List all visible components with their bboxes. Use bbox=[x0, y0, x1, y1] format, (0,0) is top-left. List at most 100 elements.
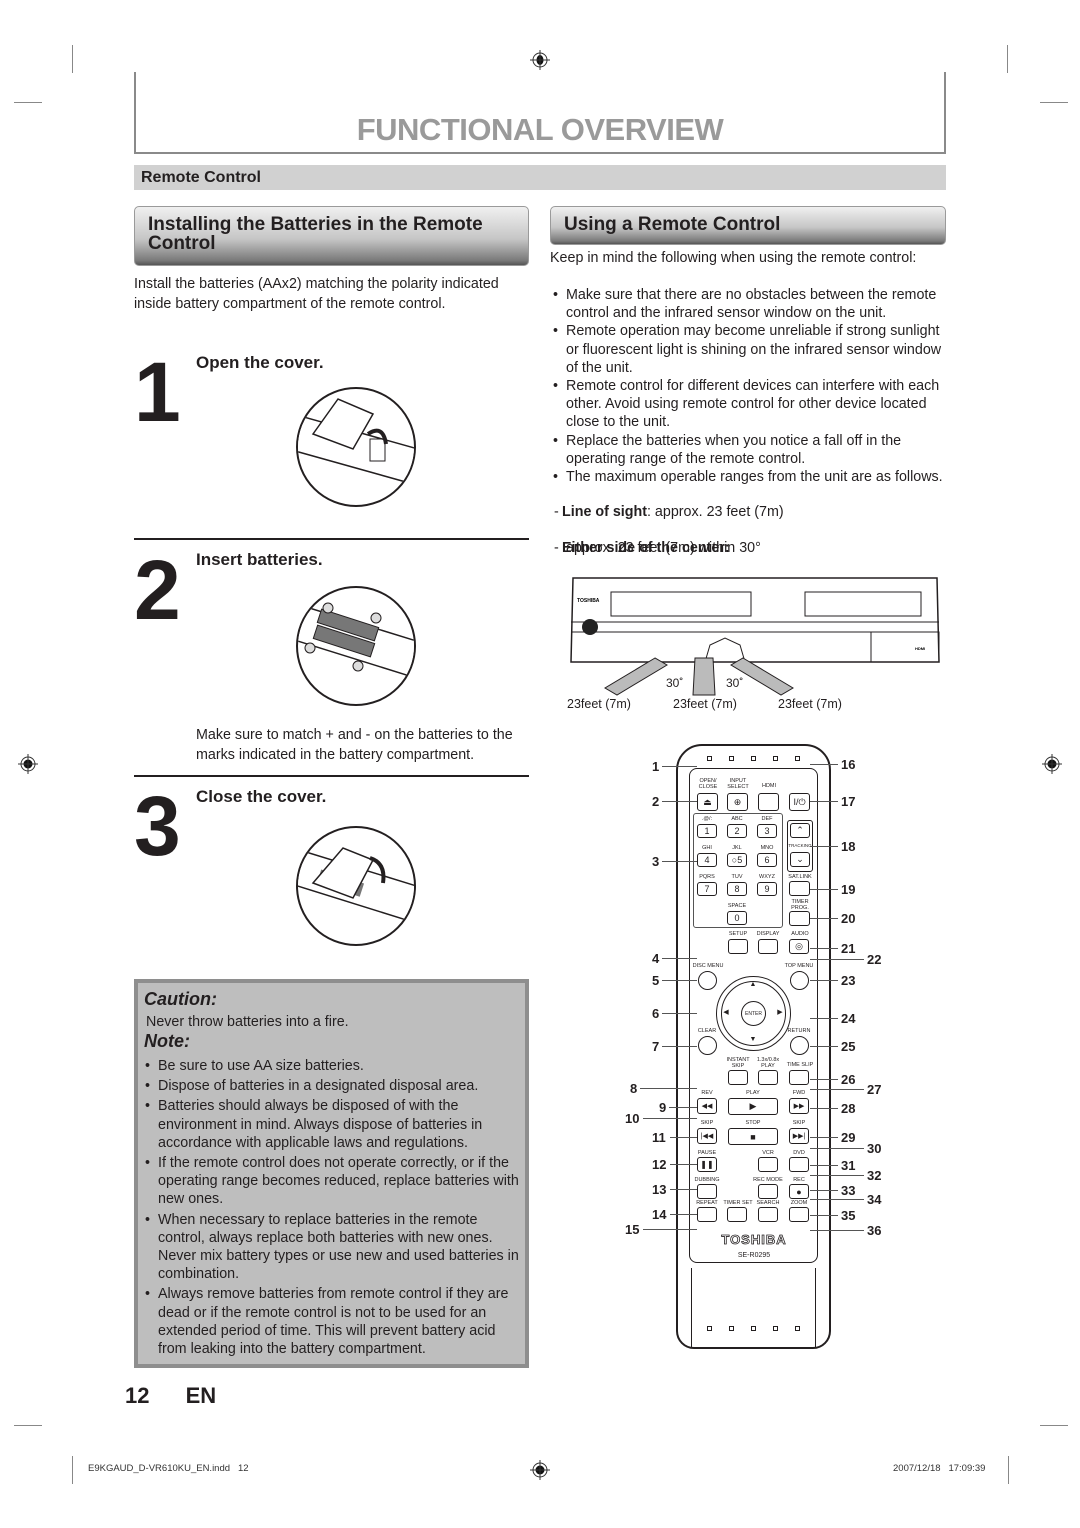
open-cover-illustration bbox=[296, 387, 416, 507]
audio-button[interactable]: ◎ bbox=[789, 939, 809, 954]
page-number: 12 EN bbox=[125, 1383, 216, 1409]
section-bar: Remote Control bbox=[134, 165, 946, 190]
label-dvd: DVD bbox=[793, 1150, 805, 1156]
tracking-up-button[interactable]: ⌃ bbox=[790, 823, 810, 838]
label-pause: PAUSE bbox=[697, 1150, 717, 1156]
instant-skip-button[interactable] bbox=[728, 1070, 748, 1085]
return-button[interactable] bbox=[790, 1036, 809, 1055]
step-number: 3 bbox=[134, 779, 181, 873]
stop-button[interactable]: ■ bbox=[728, 1128, 778, 1145]
callout-leader-line bbox=[810, 1148, 864, 1149]
callout-number: 15 bbox=[625, 1222, 640, 1237]
enter-button[interactable]: ENTER bbox=[741, 1001, 766, 1026]
search-button[interactable] bbox=[758, 1207, 778, 1222]
callout-leader-line bbox=[810, 846, 838, 847]
callout-number: 30 bbox=[867, 1141, 882, 1156]
label-display: DISPLAY bbox=[756, 931, 780, 937]
power-button[interactable]: I/⏻ bbox=[789, 793, 810, 811]
dpad-up-icon[interactable]: ▲ bbox=[748, 981, 758, 988]
input-select-button[interactable]: ⊕ bbox=[727, 793, 748, 811]
label-clear: CLEAR bbox=[697, 1028, 717, 1034]
remote-bottom-panel bbox=[691, 1268, 816, 1348]
callout-number: 23 bbox=[841, 973, 856, 988]
callout-leader-line bbox=[810, 1165, 838, 1166]
callout-number: 22 bbox=[867, 952, 882, 967]
timer-prog-button[interactable] bbox=[789, 911, 810, 926]
angle-right-label: 30˚ bbox=[726, 676, 744, 690]
callout-leader-line bbox=[810, 1175, 864, 1176]
timer-set-button[interactable] bbox=[727, 1207, 747, 1222]
note-heading: Note: bbox=[144, 1031, 190, 1051]
tracking-down-button[interactable]: ⌄ bbox=[790, 852, 810, 867]
callout-number: 33 bbox=[841, 1183, 856, 1198]
skip-fwd-button[interactable]: ▶▶| bbox=[789, 1128, 809, 1144]
display-button[interactable] bbox=[758, 939, 778, 954]
using-list: Make sure that there are no obstacles be… bbox=[550, 286, 950, 486]
dvd-button[interactable] bbox=[789, 1157, 809, 1172]
label-speed-play: 1.3x/0.8x PLAY bbox=[756, 1057, 780, 1069]
callout-number: 20 bbox=[841, 911, 856, 926]
callout-number: 26 bbox=[841, 1072, 856, 1087]
play-button[interactable]: ▶ bbox=[728, 1098, 778, 1115]
dpad-right-icon[interactable]: ▶ bbox=[775, 1009, 785, 1016]
callout-leader-line bbox=[810, 764, 838, 765]
note-item: Always remove batteries from remote cont… bbox=[142, 1285, 527, 1358]
skip-back-button[interactable]: |◀◀ bbox=[697, 1128, 717, 1144]
remote-led-icon bbox=[795, 756, 800, 761]
note-item: Dispose of batteries in a designated dis… bbox=[142, 1077, 527, 1095]
callout-leader-line bbox=[810, 1046, 838, 1047]
rev-button[interactable]: ◀◀ bbox=[697, 1098, 717, 1114]
callout-leader-line bbox=[662, 958, 697, 959]
top-menu-button[interactable] bbox=[790, 971, 809, 990]
dubbing-button[interactable] bbox=[697, 1184, 717, 1199]
label-sat-link: SAT.LINK bbox=[788, 874, 812, 880]
setup-button[interactable] bbox=[728, 939, 748, 954]
callout-leader-line bbox=[810, 948, 838, 949]
callout-number: 13 bbox=[652, 1182, 667, 1197]
label-hdmi: HDMI bbox=[761, 783, 777, 789]
time-slip-button[interactable] bbox=[789, 1070, 809, 1085]
note-item: When necessary to replace batteries in t… bbox=[142, 1211, 527, 1284]
rec-mode-button[interactable] bbox=[758, 1184, 778, 1199]
label-top-menu: TOP MENU bbox=[784, 963, 814, 969]
label-instant-skip: INSTANT SKIP bbox=[726, 1057, 750, 1069]
label-fwd: FWD bbox=[792, 1090, 806, 1096]
open-close-button[interactable]: ⏏ bbox=[697, 793, 718, 811]
clear-button[interactable] bbox=[698, 1036, 717, 1055]
callout-leader-line bbox=[669, 1107, 697, 1108]
callout-number: 14 bbox=[652, 1207, 667, 1222]
zoom-button[interactable] bbox=[789, 1207, 809, 1222]
label-time-slip: TIME SLIP bbox=[786, 1062, 814, 1068]
repeat-button[interactable] bbox=[697, 1207, 717, 1222]
callout-leader-line bbox=[662, 980, 697, 981]
label-zoom: ZOOM bbox=[790, 1200, 808, 1206]
registration-mark-icon bbox=[530, 50, 550, 70]
slug-date: 2007/12/18 17:09:39 bbox=[893, 1463, 986, 1474]
label-setup: SETUP bbox=[728, 931, 748, 937]
vcr-button[interactable] bbox=[758, 1157, 778, 1172]
crop-mark bbox=[14, 1425, 42, 1426]
label-stop: STOP bbox=[745, 1120, 761, 1126]
page-language: EN bbox=[185, 1383, 217, 1408]
sat-link-button[interactable] bbox=[789, 881, 810, 896]
step-title: Close the cover. bbox=[196, 787, 327, 806]
rec-button[interactable]: ● bbox=[789, 1184, 809, 1199]
callout-number: 1 bbox=[652, 759, 660, 774]
hdmi-button[interactable] bbox=[758, 793, 779, 811]
dpad-down-icon[interactable]: ▼ bbox=[748, 1036, 758, 1043]
polarity-note: Make sure to match + and - on the batter… bbox=[196, 727, 513, 763]
speed-play-button[interactable] bbox=[758, 1070, 778, 1085]
step-title: Open the cover. bbox=[196, 353, 324, 372]
label-dubbing: DUBBING bbox=[694, 1177, 720, 1183]
remote-led-icon bbox=[773, 756, 778, 761]
step-divider bbox=[134, 775, 529, 777]
fwd-button[interactable]: ▶▶ bbox=[789, 1098, 809, 1114]
dpad-left-icon[interactable]: ◀ bbox=[721, 1009, 731, 1016]
step-title: Insert batteries. bbox=[196, 550, 323, 569]
pause-button[interactable]: ❚❚ bbox=[697, 1157, 717, 1172]
unit-hdmi: HDMI bbox=[915, 646, 925, 651]
disc-menu-button[interactable] bbox=[698, 971, 717, 990]
callout-number: 7 bbox=[652, 1039, 660, 1054]
using-item: Replace the batteries when you notice a … bbox=[550, 432, 950, 468]
distance-left-label: 23feet (7m) bbox=[567, 697, 631, 711]
